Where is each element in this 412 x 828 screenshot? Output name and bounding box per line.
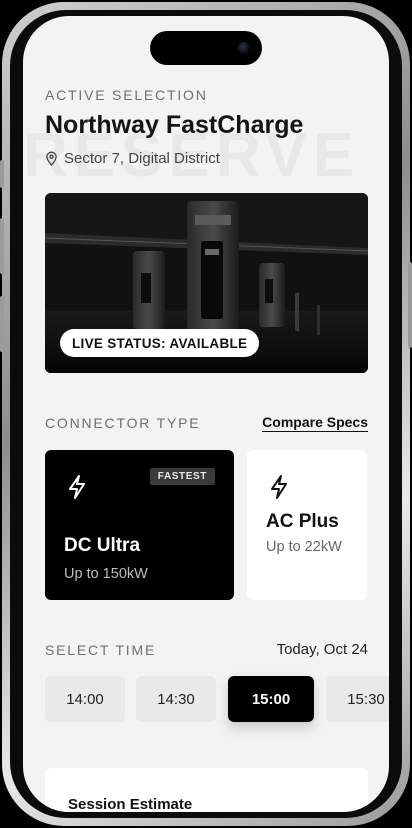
location-pin-icon [46, 151, 57, 166]
action-button [0, 160, 4, 188]
volume-down-button [0, 296, 4, 352]
connector-name: AC Plus [266, 511, 339, 532]
location-text: Sector 7, Digital District [64, 150, 220, 167]
connector-card-ac-plus[interactable]: AC Plus Up to 22kW [247, 450, 367, 600]
connector-card-dc-ultra[interactable]: FASTEST DC Ultra Up to 150kW [45, 450, 234, 600]
time-slot-1400[interactable]: 14:00 [45, 676, 125, 722]
select-time-label: SELECT TIME [45, 642, 157, 658]
bolt-icon [69, 475, 85, 499]
time-slot-1430[interactable]: 14:30 [136, 676, 216, 722]
dynamic-island [150, 31, 262, 65]
compare-specs-link[interactable]: Compare Specs [262, 414, 368, 432]
live-status-badge: LIVE STATUS: AVAILABLE [60, 329, 260, 357]
time-slot-1500[interactable]: 15:00 [228, 676, 314, 722]
station-hero-image: LIVE STATUS: AVAILABLE [45, 193, 368, 373]
time-slot-1530[interactable]: 15:30 [326, 676, 389, 722]
connector-power: Up to 150kW [64, 566, 148, 582]
station-location: Sector 7, Digital District [45, 150, 220, 167]
connector-type-label: CONNECTOR TYPE [45, 415, 201, 431]
fastest-badge: FASTEST [149, 468, 215, 485]
active-selection-label: ACTIVE SELECTION [45, 87, 208, 103]
volume-up-button [0, 218, 4, 274]
connector-power: Up to 22kW [266, 539, 342, 555]
app-screen: RESERVE ACTIVE SELECTION Northway FastCh… [23, 16, 389, 812]
date-label: Today, Oct 24 [276, 641, 368, 658]
connector-name: DC Ultra [64, 535, 141, 556]
session-estimate-card: Session Estimate [45, 768, 368, 812]
session-estimate-title: Session Estimate [68, 796, 193, 812]
camera-icon [238, 42, 250, 54]
power-button [408, 262, 412, 348]
bolt-icon [271, 475, 287, 499]
station-title: Northway FastCharge [45, 111, 304, 139]
